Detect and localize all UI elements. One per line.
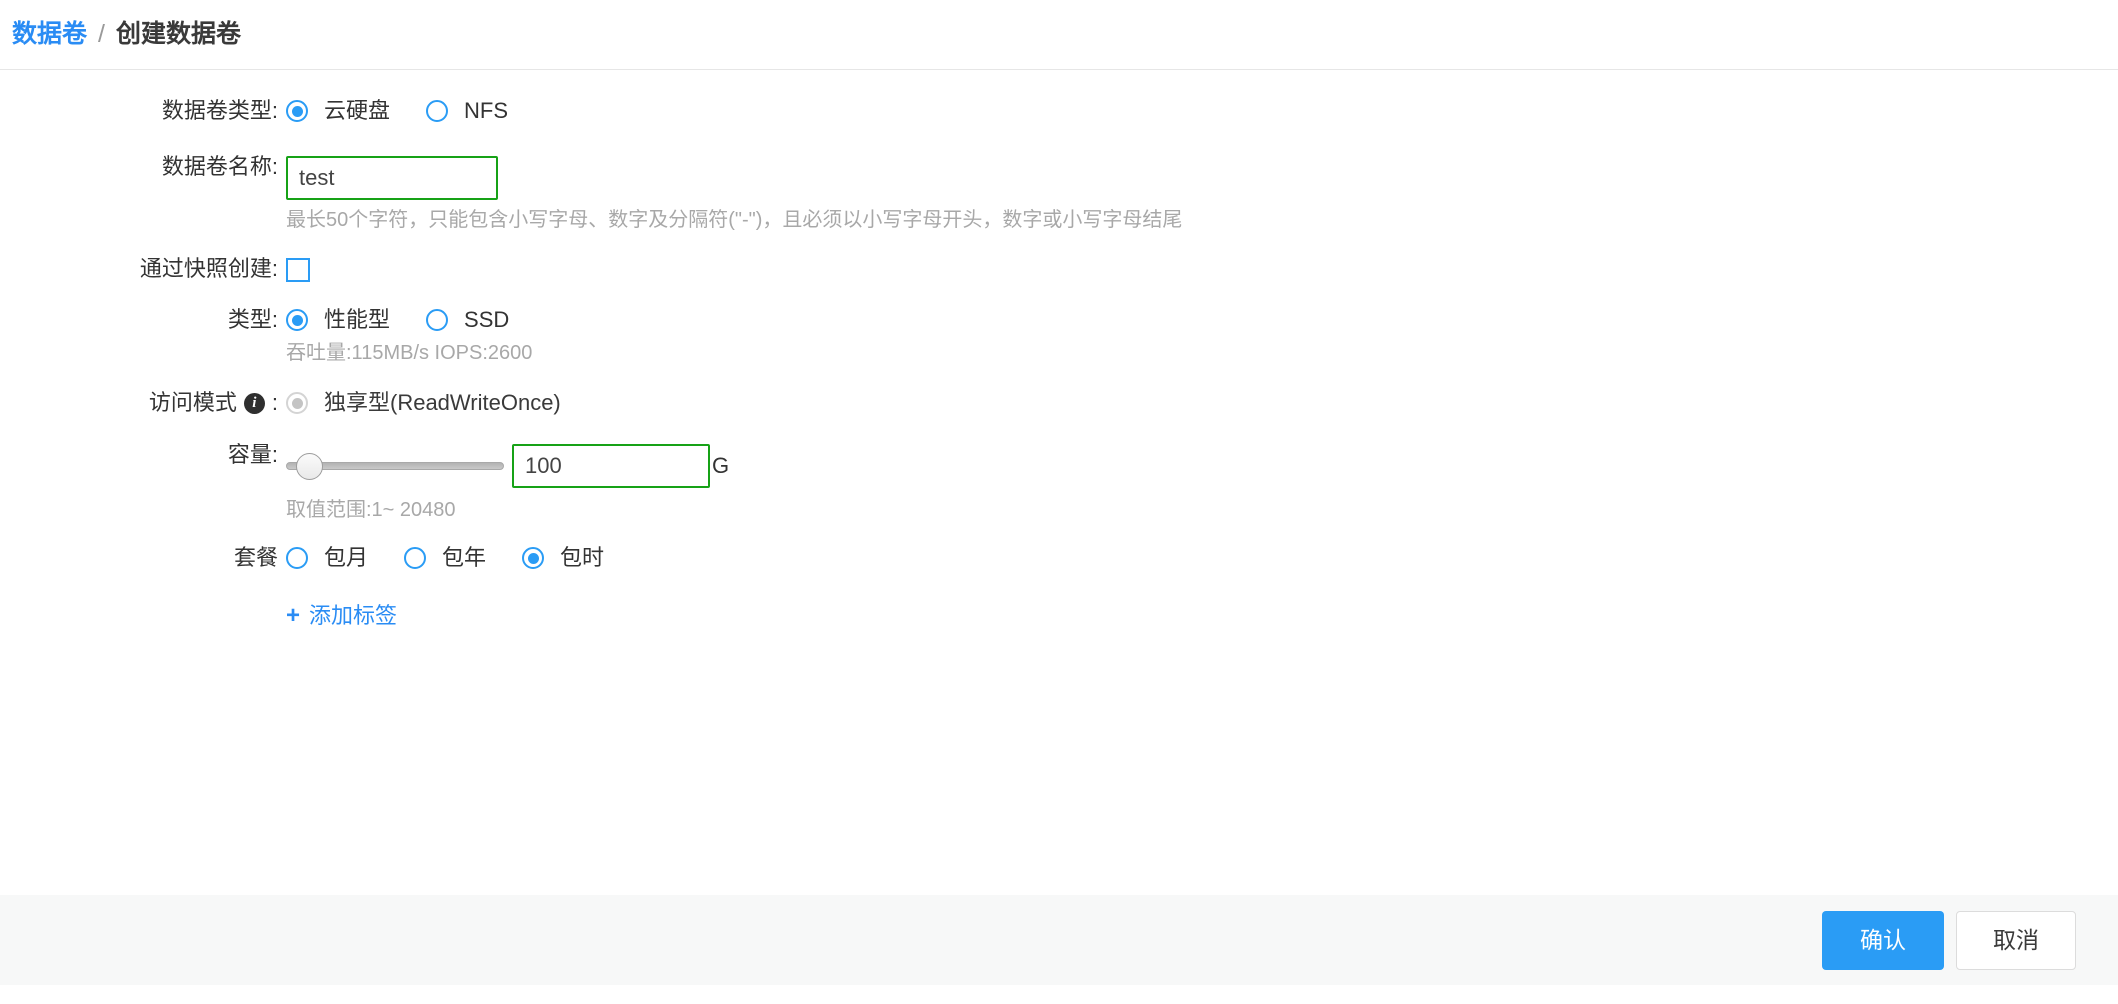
- disk-type-hint: 吞吐量:115MB/s IOPS:2600: [286, 342, 533, 364]
- volume-name-input[interactable]: [286, 156, 498, 200]
- row-volume-name: 数据卷名称:: [0, 156, 2118, 200]
- radio-volume-type-nfs[interactable]: NFS: [426, 100, 508, 122]
- control-volume-type: 云硬盘 NFS: [278, 100, 508, 122]
- label-disk-type: 类型:: [227, 307, 278, 332]
- radio-label-nfs: NFS: [464, 98, 509, 123]
- radio-dot-icon: [426, 309, 449, 331]
- capacity-input[interactable]: [512, 444, 710, 488]
- label-access-mode: 访问模式 i :: [0, 392, 278, 414]
- radio-dot-icon: [522, 547, 545, 569]
- row-capacity-hint: 取值范围:1~ 20480: [0, 500, 2118, 520]
- control-disk-type: 性能型 SSD: [278, 309, 509, 331]
- row-volume-name-hint: 最长50个字符，只能包含小写字母、数字及分隔符("-")，且必须以小写字母开头，…: [0, 210, 2118, 230]
- row-volume-type: 数据卷类型: 云硬盘 NFS: [0, 100, 2118, 122]
- form-footer: 确认 取消: [0, 895, 2118, 985]
- breadcrumb-separator: /: [98, 20, 105, 48]
- radio-label-yearly: 包年: [442, 545, 487, 570]
- radio-group-package: 包月 包年 包时: [286, 547, 604, 569]
- radio-disk-type-performance[interactable]: 性能型: [286, 309, 390, 331]
- cancel-button[interactable]: 取消: [1956, 910, 2076, 970]
- volume-name-hint: 最长50个字符，只能包含小写字母、数字及分隔符("-")，且必须以小写字母开头，…: [286, 209, 1183, 231]
- radio-label-hourly: 包时: [560, 545, 605, 570]
- breadcrumb-link-volumes[interactable]: 数据卷: [12, 22, 87, 47]
- add-tag-label: 添加标签: [309, 603, 398, 628]
- create-volume-form: 数据卷类型: 云硬盘 NFS 数据卷名称: 最长50个字符，只能包含小写字母、数…: [0, 70, 2118, 894]
- control-capacity-hint: 取值范围:1~ 20480: [278, 500, 456, 520]
- radio-label-ssd: SSD: [464, 307, 510, 332]
- radio-package-yearly[interactable]: 包年: [404, 547, 486, 569]
- control-disk-type-hint: 吞吐量:115MB/s IOPS:2600: [278, 343, 532, 363]
- breadcrumb-bar: 数据卷 / 创建数据卷: [0, 0, 2118, 70]
- row-package: 套餐 包月 包年 包时: [0, 547, 2118, 569]
- add-tag-button[interactable]: + 添加标签: [286, 604, 397, 628]
- radio-dot-icon: [286, 100, 308, 122]
- label-volume-name: 数据卷名称:: [161, 154, 278, 179]
- radio-label-readwriteonce: 独享型(ReadWriteOnce): [324, 390, 561, 415]
- row-disk-type: 类型: 性能型 SSD: [0, 309, 2118, 331]
- radio-group-access-mode: 独享型(ReadWriteOnce): [286, 392, 561, 414]
- radio-disk-type-ssd[interactable]: SSD: [426, 309, 509, 331]
- radio-group-disk-type: 性能型 SSD: [286, 309, 509, 331]
- row-add-tag: + 添加标签: [0, 604, 2118, 628]
- row-capacity: 容量: G: [0, 444, 2118, 488]
- radio-label-monthly: 包月: [324, 545, 369, 570]
- radio-volume-type-cloud-disk[interactable]: 云硬盘: [286, 100, 390, 122]
- control-add-tag: + 添加标签: [278, 604, 397, 628]
- radio-label-performance: 性能型: [324, 307, 391, 332]
- radio-dot-icon: [286, 547, 308, 569]
- capacity-unit-label: G: [712, 453, 730, 478]
- capacity-slider[interactable]: [286, 451, 504, 481]
- capacity-slider-thumb[interactable]: [296, 452, 323, 480]
- label-volume-type: 数据卷类型:: [161, 98, 278, 123]
- control-volume-name-hint: 最长50个字符，只能包含小写字母、数字及分隔符("-")，且必须以小写字母开头，…: [278, 210, 1182, 230]
- radio-package-hourly[interactable]: 包时: [522, 547, 604, 569]
- breadcrumb: 数据卷 / 创建数据卷: [12, 22, 241, 47]
- row-disk-type-hint: 吞吐量:115MB/s IOPS:2600: [0, 343, 2118, 363]
- radio-dot-icon: [286, 309, 308, 331]
- label-create-from-snapshot: 通过快照创建:: [139, 256, 278, 281]
- control-access-mode: 独享型(ReadWriteOnce): [278, 392, 561, 414]
- radio-package-monthly[interactable]: 包月: [286, 547, 368, 569]
- radio-dot-icon: [286, 392, 308, 414]
- row-create-from-snapshot: 通过快照创建:: [0, 258, 2118, 282]
- row-access-mode: 访问模式 i : 独享型(ReadWriteOnce): [0, 392, 2118, 414]
- radio-dot-icon: [404, 547, 427, 569]
- confirm-button[interactable]: 确认: [1822, 910, 1944, 970]
- radio-group-volume-type: 云硬盘 NFS: [286, 100, 508, 122]
- info-icon[interactable]: i: [243, 392, 265, 414]
- radio-access-mode-readwriteonce: 独享型(ReadWriteOnce): [286, 392, 561, 414]
- plus-icon: +: [286, 602, 301, 629]
- create-from-snapshot-checkbox[interactable]: [286, 258, 310, 282]
- control-create-from-snapshot: [278, 258, 310, 282]
- radio-label-cloud-disk: 云硬盘: [324, 98, 391, 123]
- breadcrumb-current-page: 创建数据卷: [115, 20, 241, 48]
- control-volume-name: [278, 156, 498, 200]
- radio-dot-icon: [426, 100, 449, 122]
- access-mode-label-text: 访问模式: [148, 390, 237, 415]
- control-capacity: G: [278, 444, 729, 488]
- control-package: 包月 包年 包时: [278, 547, 604, 569]
- capacity-hint: 取值范围:1~ 20480: [286, 499, 456, 521]
- label-package: 套餐: [233, 545, 278, 570]
- label-capacity: 容量:: [227, 442, 278, 467]
